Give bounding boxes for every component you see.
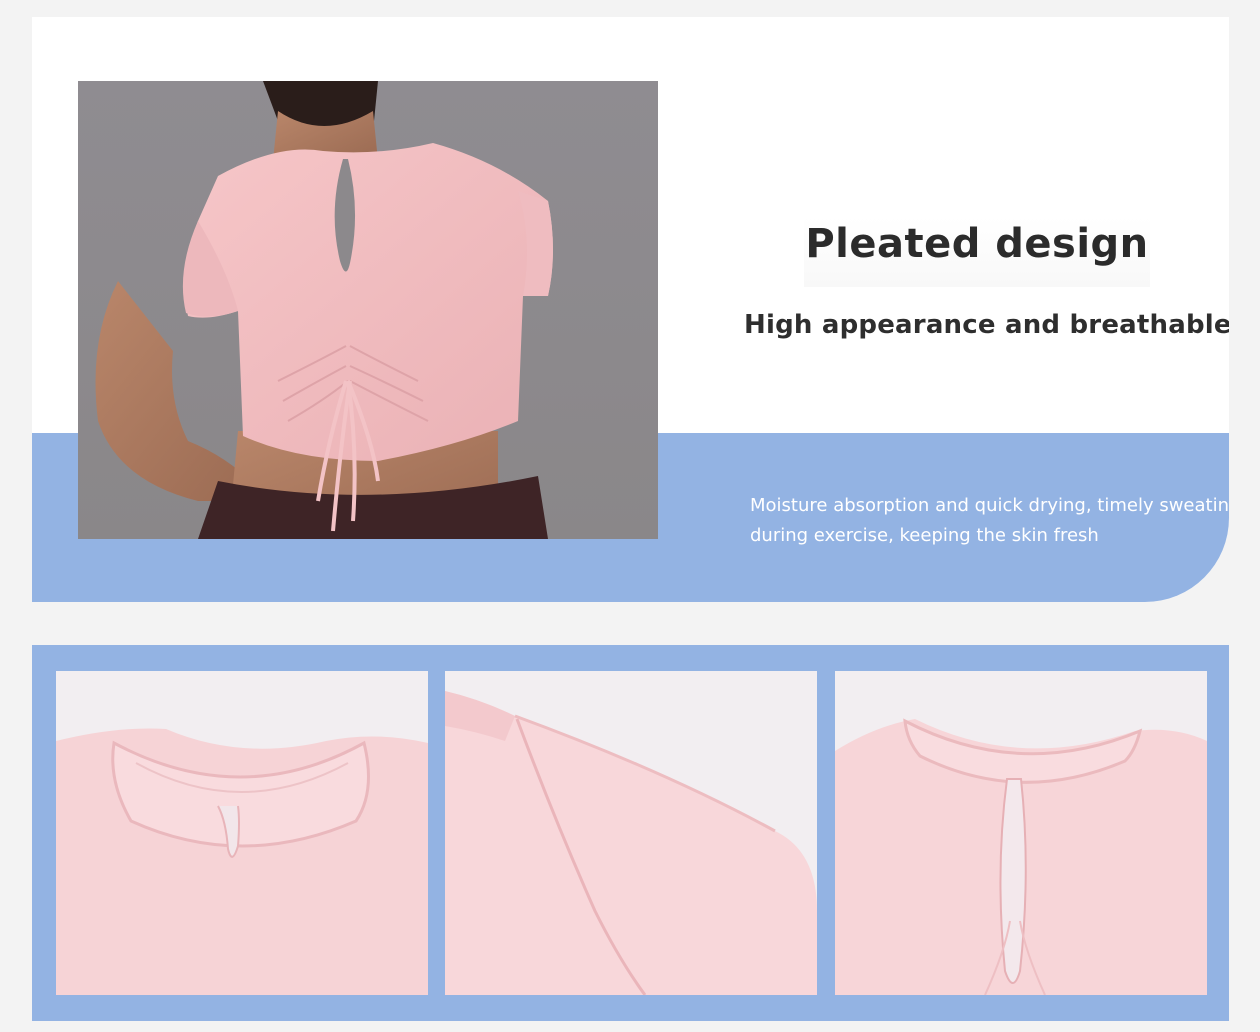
feature-description: Moisture absorption and quick drying, ti… — [750, 491, 1229, 551]
model-back-view-photo — [78, 81, 658, 539]
detail-gallery — [32, 645, 1229, 1021]
collar-front-detail-photo — [56, 671, 428, 995]
feature-subtitle: High appearance and breathable — [744, 310, 1229, 340]
back-keyhole-detail-photo — [835, 671, 1207, 995]
feature-card: Pleated design High appearance and breat… — [32, 17, 1229, 602]
description-line: Moisture absorption and quick drying, ti… — [750, 495, 1229, 516]
shoulder-seam-detail-photo — [445, 671, 817, 995]
description-line: during exercise, keeping the skin fresh — [750, 525, 1099, 546]
feature-title: Pleated design — [804, 217, 1150, 287]
